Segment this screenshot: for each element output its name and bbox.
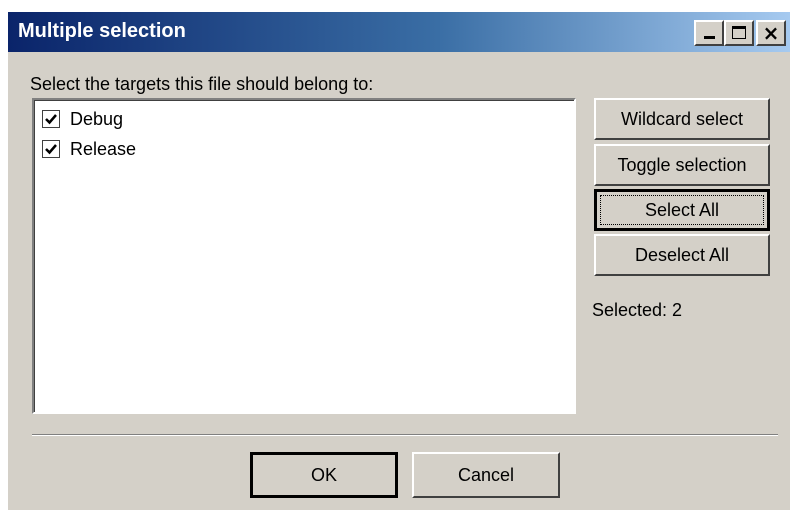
maximize-button[interactable] (724, 20, 754, 46)
list-item-label: Release (70, 139, 137, 159)
maximize-icon (732, 26, 746, 39)
toggle-selection-button[interactable]: Toggle selection (594, 144, 770, 186)
focus-ring (600, 195, 764, 225)
close-icon: × (762, 21, 780, 45)
minimize-icon (704, 36, 715, 39)
list-item-label: Debug (70, 109, 124, 129)
separator (32, 434, 778, 436)
cancel-button[interactable]: Cancel (412, 452, 560, 498)
release-checkbox[interactable] (42, 140, 60, 158)
selected-count: Selected: 2 (592, 300, 683, 320)
title-bar[interactable]: Multiple selection × (8, 12, 790, 52)
ok-button[interactable]: OK (250, 452, 398, 498)
targets-listbox[interactable]: Debug Release (32, 98, 576, 414)
window-title: Multiple selection (18, 20, 186, 42)
checkmark-icon (45, 114, 57, 125)
wildcard-select-button[interactable]: Wildcard select (594, 98, 770, 140)
close-button[interactable]: × (756, 20, 786, 46)
instruction-label: Select the targets this file should belo… (30, 74, 374, 94)
deselect-all-button[interactable]: Deselect All (594, 234, 770, 276)
select-all-button[interactable]: Select All (594, 189, 770, 231)
dialog-window: Multiple selection × Select the targets … (8, 12, 790, 510)
checkmark-icon (45, 144, 57, 155)
debug-checkbox[interactable] (42, 110, 60, 128)
minimize-button[interactable] (694, 20, 724, 46)
